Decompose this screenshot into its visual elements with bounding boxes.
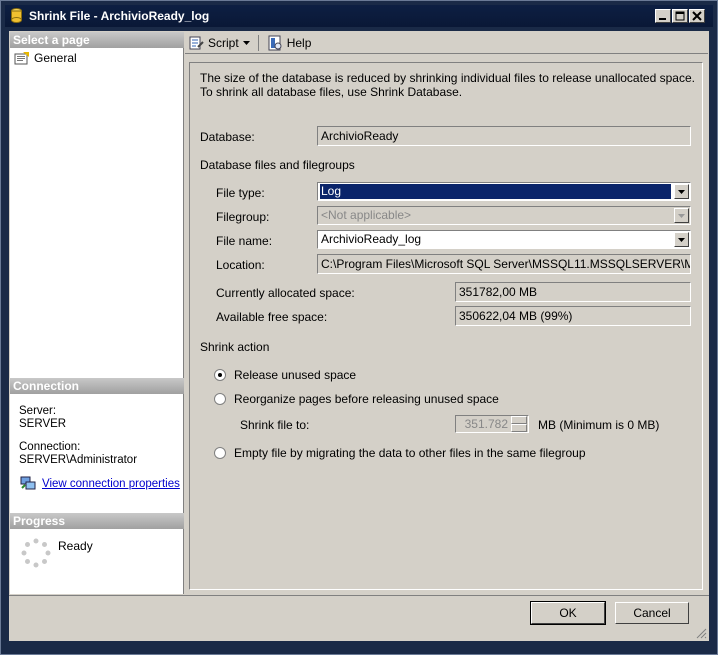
script-button[interactable]: Script: [188, 35, 250, 51]
stepper-down-button: [511, 424, 527, 432]
file-name-dropdown-button[interactable]: [674, 232, 689, 247]
release-unused-space-label: Release unused space: [234, 368, 357, 382]
free-space-field: 350622,04 MB (99%): [455, 306, 691, 326]
filegroup-label: Filegroup:: [216, 210, 270, 224]
chevron-down-icon: [678, 190, 685, 194]
title-bar[interactable]: Shrink File - ArchivioReady_log: [5, 5, 713, 27]
location-field: C:\Program Files\Microsoft SQL Server\MS…: [317, 254, 691, 274]
empty-file-radio[interactable]: Empty file by migrating the data to othe…: [214, 446, 586, 460]
connection-value: SERVER\Administrator: [19, 454, 138, 466]
left-pane: Select a page General Connection Server:…: [10, 32, 184, 594]
database-label: Database:: [200, 130, 255, 144]
radio-indicator[interactable]: [214, 393, 226, 405]
shrink-action-label: Shrink action: [200, 340, 270, 354]
connection-header: Connection: [10, 378, 184, 394]
progress-header: Progress: [10, 513, 184, 529]
database-icon: [11, 8, 22, 23]
filegroup-select: <Not applicable>: [317, 206, 691, 225]
file-type-dropdown-button[interactable]: [674, 184, 689, 199]
stepper-up-button: [511, 416, 527, 424]
file-type-select[interactable]: Log: [317, 182, 691, 201]
reorganize-pages-label: Reorganize pages before releasing unused…: [234, 392, 499, 406]
maximize-icon: [675, 11, 685, 21]
chevron-down-icon: [242, 40, 250, 45]
filegroup-value: <Not applicable>: [321, 208, 412, 222]
file-name-select[interactable]: ArchivioReady_log: [317, 230, 691, 249]
script-label: Script: [208, 35, 239, 50]
toolbar: Script Help: [185, 32, 708, 54]
radio-indicator[interactable]: [214, 369, 226, 381]
connection-properties-icon: [20, 476, 36, 490]
radio-indicator[interactable]: [214, 447, 226, 459]
general-page: The size of the database is reduced by s…: [189, 62, 703, 590]
close-button[interactable]: [689, 9, 705, 23]
minimize-button[interactable]: [655, 9, 671, 23]
file-type-label: File type:: [216, 186, 265, 200]
chevron-down-icon: [678, 238, 685, 242]
server-label: Server:: [19, 405, 57, 417]
maximize-button[interactable]: [672, 9, 688, 23]
reorganize-pages-radio[interactable]: Reorganize pages before releasing unused…: [214, 392, 499, 406]
file-name-label: File name:: [216, 234, 273, 248]
chevron-down-icon: [678, 214, 685, 218]
shrink-to-value: 351.782: [464, 417, 508, 431]
shrink-to-stepper: 351.782: [455, 415, 529, 433]
connection-label: Connection:: [19, 441, 81, 453]
right-pane: Script Help The size of the database is …: [185, 32, 708, 594]
files-filegroups-label: Database files and filegroups: [200, 158, 355, 172]
file-name-value: ArchivioReady_log: [321, 232, 422, 246]
free-space-label: Available free space:: [216, 310, 328, 324]
window-title: Shrink File - ArchivioReady_log: [29, 9, 210, 23]
help-icon: [268, 35, 282, 50]
footer-divider: [9, 595, 709, 596]
cancel-button[interactable]: Cancel: [615, 602, 689, 624]
help-label: Help: [286, 35, 312, 50]
shrink-to-unit: MB (Minimum is 0 MB): [538, 418, 660, 432]
minimize-icon: [659, 18, 666, 20]
filegroup-dropdown-button: [674, 208, 689, 223]
select-page-header: Select a page: [10, 32, 184, 48]
progress-status: Ready: [58, 539, 93, 553]
empty-file-label: Empty file by migrating the data to othe…: [234, 446, 586, 460]
page-item-general[interactable]: General: [14, 50, 77, 66]
script-icon: [189, 36, 204, 49]
file-type-value: Log: [320, 184, 671, 199]
shrink-file-dialog: Shrink File - ArchivioReady_log Select a…: [0, 0, 718, 655]
shrink-to-label: Shrink file to:: [240, 418, 310, 432]
description-text: The size of the database is reduced by s…: [200, 71, 695, 99]
resize-grip-icon[interactable]: [695, 627, 707, 639]
release-unused-space-radio[interactable]: Release unused space: [214, 368, 356, 382]
close-icon: [692, 11, 702, 21]
view-connection-properties-link[interactable]: View connection properties: [42, 478, 180, 491]
stepper-buttons: [511, 416, 527, 432]
dialog-body: Select a page General Connection Server:…: [9, 31, 709, 641]
ok-button[interactable]: OK: [530, 601, 606, 625]
progress-spinner-icon: [21, 538, 51, 568]
page-general-icon: [14, 52, 29, 65]
database-field: ArchivioReady: [317, 126, 691, 146]
allocated-space-label: Currently allocated space:: [216, 286, 355, 300]
allocated-space-field: 351782,00 MB: [455, 282, 691, 302]
server-value: SERVER: [19, 418, 67, 430]
location-label: Location:: [216, 258, 265, 272]
page-item-label: General: [34, 51, 77, 65]
help-button[interactable]: Help: [267, 35, 312, 51]
toolbar-separator: [257, 34, 259, 51]
